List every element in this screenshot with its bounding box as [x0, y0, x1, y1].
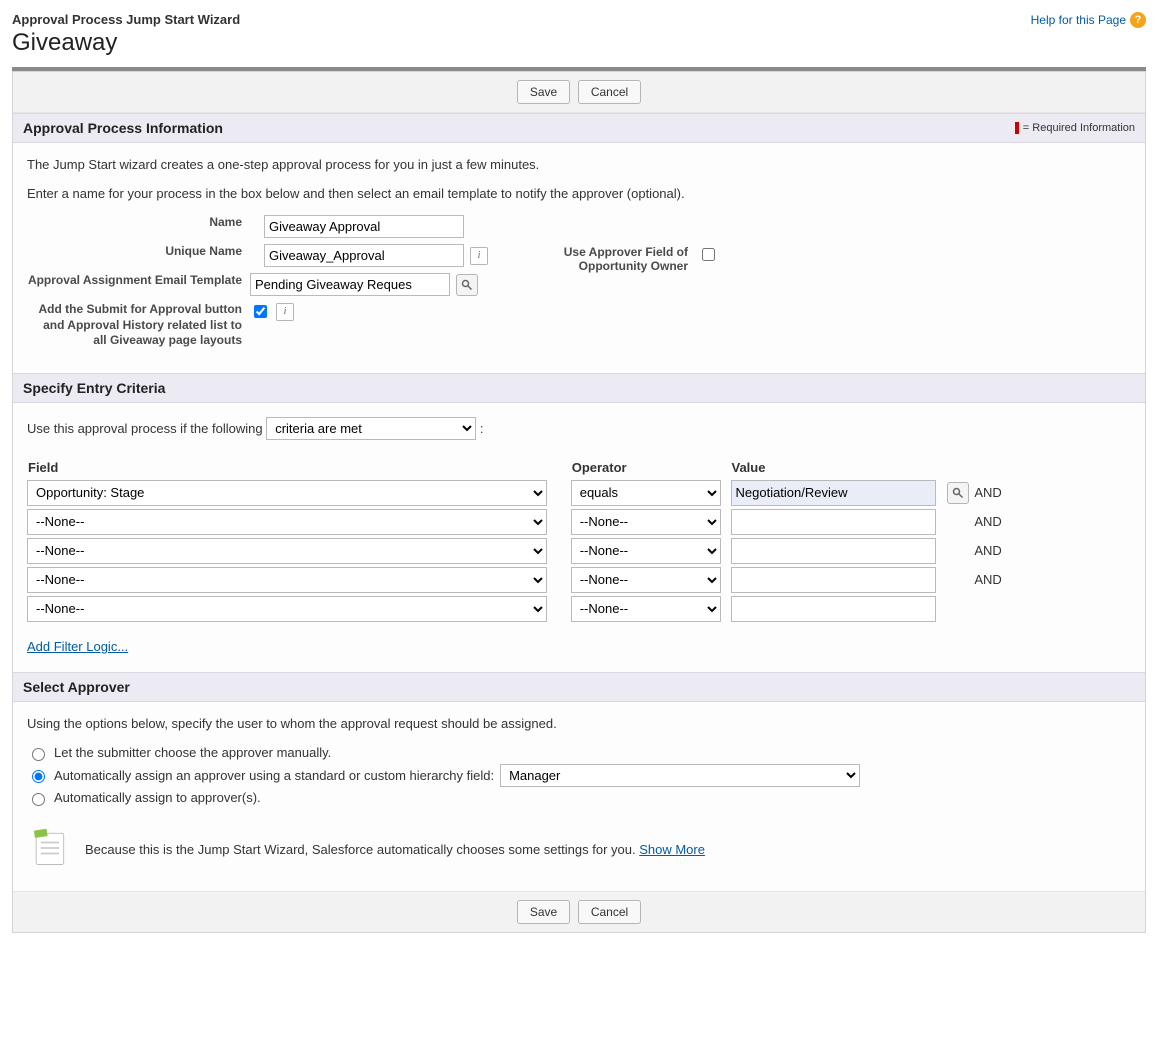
- help-icon: ?: [1130, 12, 1146, 28]
- criteria-operator-select[interactable]: --None--: [571, 596, 721, 622]
- and-label: AND: [974, 567, 1007, 593]
- name-input[interactable]: [264, 215, 464, 238]
- criteria-operator-select[interactable]: --None--: [571, 509, 721, 535]
- section2-title: Specify Entry Criteria: [23, 380, 165, 396]
- template-input[interactable]: [250, 273, 450, 296]
- label-name: Name: [27, 215, 250, 231]
- jump-start-note: Because this is the Jump Start Wizard, S…: [85, 842, 705, 857]
- radio-specific[interactable]: [32, 793, 45, 806]
- section3-title: Select Approver: [23, 679, 130, 695]
- criteria-operator-select[interactable]: equals: [571, 480, 721, 506]
- note-icon: [27, 826, 71, 873]
- label-use-approver: Use Approver Field of Opportunity Owner: [548, 245, 688, 273]
- lookup-icon[interactable]: [456, 274, 478, 296]
- radio-hierarchy-label: Automatically assign an approver using a…: [54, 768, 494, 783]
- save-button[interactable]: Save: [517, 900, 570, 924]
- lookup-icon[interactable]: [947, 482, 969, 504]
- info-icon[interactable]: i: [470, 247, 488, 265]
- col-field: Field: [27, 459, 571, 477]
- label-add-submit: Add the Submit for Approval button and A…: [27, 302, 250, 349]
- section3-desc: Using the options below, specify the use…: [27, 716, 1131, 731]
- colon: :: [480, 421, 484, 436]
- criteria-mode-select[interactable]: criteria are met: [266, 417, 476, 440]
- unique-name-input[interactable]: [264, 244, 464, 267]
- criteria-field-select[interactable]: --None--: [27, 567, 547, 593]
- section1-desc2: Enter a name for your process in the box…: [27, 186, 1131, 201]
- criteria-value-input[interactable]: [731, 596, 936, 622]
- radio-manual-label: Let the submitter choose the approver ma…: [54, 745, 331, 760]
- add-submit-checkbox[interactable]: [254, 305, 267, 318]
- criteria-value-input[interactable]: [731, 509, 936, 535]
- radio-manual[interactable]: [32, 748, 45, 761]
- col-operator: Operator: [571, 459, 731, 477]
- criteria-field-select[interactable]: --None--: [27, 596, 547, 622]
- help-link-text: Help for this Page: [1031, 13, 1126, 27]
- add-filter-logic-link[interactable]: Add Filter Logic...: [27, 639, 128, 654]
- criteria-field-select[interactable]: Opportunity: Stage: [27, 480, 547, 506]
- label-unique-name: Unique Name: [27, 244, 250, 260]
- use-approver-checkbox[interactable]: [702, 248, 715, 261]
- info-icon[interactable]: i: [276, 303, 294, 321]
- label-template: Approval Assignment Email Template: [27, 273, 250, 289]
- criteria-value-input[interactable]: [731, 567, 936, 593]
- required-info-legend: = Required Information: [1015, 122, 1135, 134]
- criteria-field-select[interactable]: --None--: [27, 509, 547, 535]
- save-button[interactable]: Save: [517, 80, 570, 104]
- top-button-row: Save Cancel: [13, 72, 1145, 113]
- criteria-operator-select[interactable]: --None--: [571, 567, 721, 593]
- and-label: [974, 596, 1007, 622]
- section1-title: Approval Process Information: [23, 120, 223, 136]
- cancel-button[interactable]: Cancel: [578, 900, 641, 924]
- show-more-link[interactable]: Show More: [639, 842, 705, 857]
- criteria-value-input[interactable]: [731, 538, 936, 564]
- radio-hierarchy[interactable]: [32, 770, 45, 783]
- radio-specific-label: Automatically assign to approver(s).: [54, 790, 261, 805]
- bottom-button-row: Save Cancel: [13, 891, 1145, 932]
- and-label: AND: [974, 480, 1007, 506]
- page-title: Giveaway: [12, 29, 240, 57]
- criteria-field-select[interactable]: --None--: [27, 538, 547, 564]
- page-subtitle: Approval Process Jump Start Wizard: [12, 12, 240, 27]
- cancel-button[interactable]: Cancel: [578, 80, 641, 104]
- criteria-value-input[interactable]: [731, 480, 936, 506]
- and-label: AND: [974, 509, 1007, 535]
- hierarchy-field-select[interactable]: Manager: [500, 764, 860, 787]
- criteria-lead: Use this approval process if the followi…: [27, 421, 263, 436]
- criteria-operator-select[interactable]: --None--: [571, 538, 721, 564]
- col-value: Value: [731, 459, 948, 477]
- and-label: AND: [974, 538, 1007, 564]
- section1-desc1: The Jump Start wizard creates a one-step…: [27, 157, 1131, 172]
- help-link[interactable]: Help for this Page ?: [1031, 12, 1146, 28]
